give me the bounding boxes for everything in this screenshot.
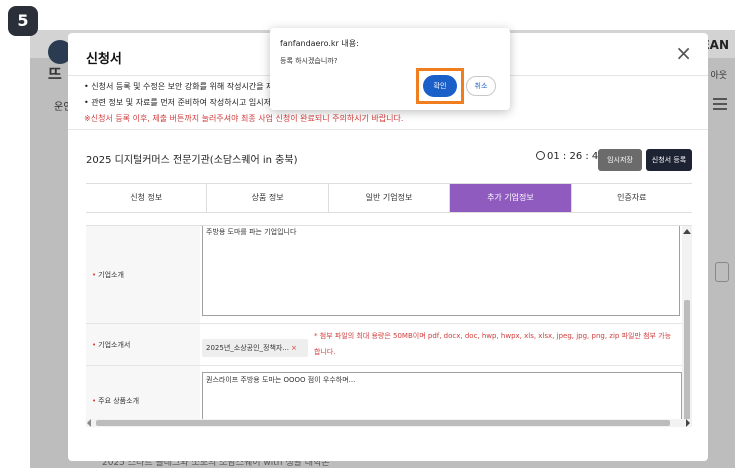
scroll-up-icon[interactable] [683,229,691,234]
form-title: 2025 디지털커머스 전문기관(소담스퀘어 in 충북) [86,155,298,166]
attached-file-chip[interactable]: 2025년_소상공인_정책자... × [202,339,308,357]
tab-additional-company-info[interactable]: 추가 기업정보 [450,184,572,212]
company-intro-file-label: • 기업소개서 [86,324,200,365]
main-product-label: • 주요 상품소개 [86,366,200,425]
company-intro-label: • 기업소개 [86,226,200,323]
modal-title: 신청서 [86,52,122,67]
background-side-control [715,262,729,282]
scroll-left-icon[interactable] [87,419,91,427]
company-intro-file-row: • 기업소개서 2025년_소상공인_정책자... × * 첨부 파일의 최대 용량… [86,324,682,366]
confirm-dialog: fanfandaero.kr 내용: 등록 하시겠습니까? 확인 취소 [270,28,510,110]
horizontal-scroll-thumb[interactable] [96,420,670,426]
vertical-scrollbar[interactable] [682,226,692,425]
background-brand-text: 뜨 [48,65,62,83]
horizontal-scrollbar[interactable] [86,419,692,427]
hamburger-menu-icon [713,98,727,110]
session-timer: 01 : 26 : 46 [536,151,605,162]
background-logout-text: 아웃 [710,71,727,81]
vertical-scroll-thumb[interactable] [684,300,690,422]
tab-general-company-info[interactable]: 일반 기업정보 [329,184,451,212]
confirm-cancel-button[interactable]: 취소 [466,76,496,96]
notice-warning: ※신청서 등록 이후, 제출 버튼까지 눌러주셔야 최종 사업 신청이 완료되니… [84,114,404,123]
tab-product-info[interactable]: 상품 정보 [207,184,329,212]
register-application-button[interactable]: 신청서 등록 [646,149,692,171]
section-divider [68,129,708,130]
tab-certification-docs[interactable]: 인증자료 [572,184,692,212]
main-product-row: • 주요 상품소개 퀀스라이프 주방용 도마는 OOOO 점이 우수하며... [86,366,682,425]
temp-save-button[interactable]: 임시저장 [598,149,642,171]
required-mark: • [92,396,97,405]
remove-file-icon[interactable]: × [291,344,297,352]
company-intro-file-label-text: 기업소개서 [98,340,131,349]
required-mark: • [92,270,97,279]
close-icon[interactable]: × [675,43,692,63]
clock-icon [536,151,545,160]
company-intro-label-text: 기업소개 [98,270,124,279]
highlight-box: 확인 [416,68,464,104]
form-tabs: 신청 정보 상품 정보 일반 기업정보 추가 기업정보 인증자료 [86,183,692,213]
main-product-textarea[interactable]: 퀀스라이프 주방용 도마는 OOOO 점이 우수하며... [202,372,682,425]
required-mark: • [92,340,97,349]
scroll-right-icon[interactable] [686,419,690,427]
screen: 뜨 EAN 아웃 운인 2025 스타트 플래그와 쏘보의 소담스퀘어 with… [0,0,735,468]
file-upload-note: * 첨부 파일의 최대 용량은 50MB이며 pdf, docx, doc, h… [314,332,672,356]
form-scroll-area: • 기업소개 주방용 도마를 파는 기업입니다 • 기업소개서 2025년_소상공인… [86,225,692,425]
step-number-badge: 5 [8,6,38,36]
file-name: 2025년_소상공인_정책자... [206,344,290,352]
tab-application-info[interactable]: 신청 정보 [86,184,208,212]
company-intro-textarea[interactable]: 주방용 도마를 파는 기업입니다 [202,226,680,316]
company-intro-row: • 기업소개 주방용 도마를 파는 기업입니다 [86,226,682,324]
main-product-label-text: 주요 상품소개 [98,396,140,405]
dialog-message: 등록 하시겠습니까? [280,57,338,65]
confirm-ok-button[interactable]: 확인 [423,75,457,97]
timer-value: 01 : 26 : 46 [547,151,605,162]
dialog-title: fanfandaero.kr 내용: [280,39,359,48]
